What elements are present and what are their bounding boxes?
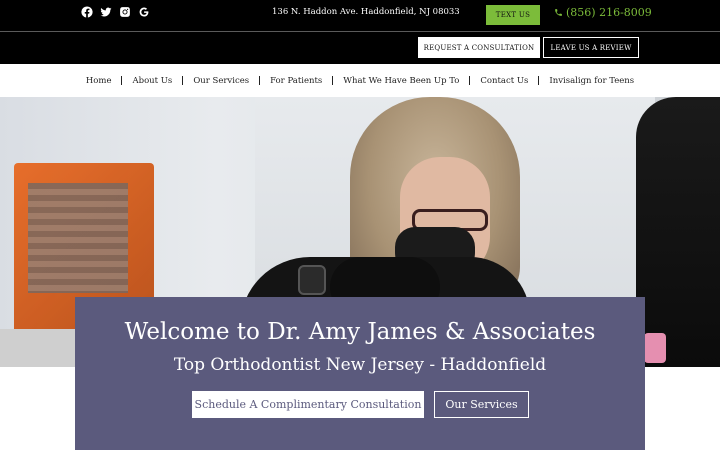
social-links (80, 5, 150, 18)
phone-link[interactable]: (856) 216-8009 (554, 6, 652, 19)
nav-item-home[interactable]: Home (76, 76, 122, 86)
nav-item-invisalign-for-teens[interactable]: Invisalign for Teens (539, 76, 644, 86)
nav-item-contact-us[interactable]: Contact Us (470, 76, 538, 86)
schedule-consultation-button[interactable]: Schedule A Complimentary Consultation (192, 391, 424, 418)
nav-item-for-patients[interactable]: For Patients (260, 76, 332, 86)
top-bar: 136 N. Haddon Ave. Haddonfield, NJ 08033… (0, 0, 720, 64)
phone-icon (555, 9, 562, 16)
phone-number: (856) 216-8009 (566, 6, 652, 19)
welcome-panel: Welcome to Dr. Amy James & Associates To… (75, 297, 645, 450)
leave-review-button[interactable]: LEAVE US A REVIEW (543, 37, 639, 58)
google-icon[interactable] (137, 5, 150, 18)
doctor-watch (298, 265, 326, 295)
text-us-button[interactable]: TEXT US (486, 5, 540, 25)
nav-item-about-us[interactable]: About Us (122, 76, 182, 86)
address-text: 136 N. Haddon Ave. Haddonfield, NJ 08033 (272, 7, 460, 17)
nav-item-our-services[interactable]: Our Services (183, 76, 259, 86)
page-subtitle: Top Orthodontist New Jersey - Haddonfiel… (173, 355, 547, 375)
top-divider (0, 31, 720, 32)
facebook-icon[interactable] (80, 5, 93, 18)
main-nav: Home About Us Our Services For Patients … (0, 64, 720, 97)
our-services-button[interactable]: Our Services (434, 391, 529, 418)
instagram-icon[interactable] (118, 5, 131, 18)
nav-item-what-we-have-been-up-to[interactable]: What We Have Been Up To (333, 76, 469, 86)
assistant-figure (636, 97, 720, 367)
page-title: Welcome to Dr. Amy James & Associates (124, 319, 596, 345)
pink-object (644, 333, 666, 363)
request-consultation-button[interactable]: REQUEST A CONSULTATION (418, 37, 540, 58)
twitter-icon[interactable] (99, 5, 112, 18)
